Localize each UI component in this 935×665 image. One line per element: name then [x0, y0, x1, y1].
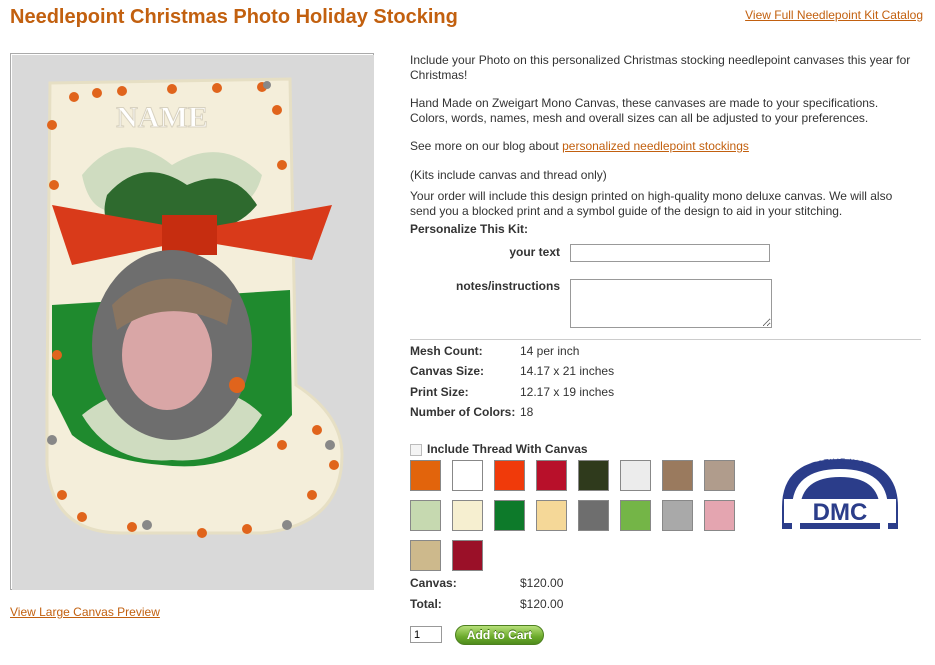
thread-swatch[interactable]	[704, 460, 735, 491]
thread-swatch[interactable]	[620, 460, 651, 491]
thread-swatch[interactable]	[494, 500, 525, 531]
intro-text: Include your Photo on this personalized …	[410, 53, 911, 82]
thread-swatch[interactable]	[662, 500, 693, 531]
stocking-image: NAME	[12, 55, 374, 590]
thread-swatch[interactable]	[578, 500, 609, 531]
thread-swatch[interactable]	[410, 460, 441, 491]
catalog-link[interactable]: View Full Needlepoint Kit Catalog	[745, 8, 923, 22]
your-text-input[interactable]	[570, 244, 770, 262]
thread-swatch[interactable]	[704, 500, 735, 531]
canvas-price-value: $120.00	[520, 576, 564, 590]
total-value: $120.00	[520, 597, 564, 611]
thread-swatch[interactable]	[578, 460, 609, 491]
thread-swatch[interactable]	[452, 500, 483, 531]
add-to-cart-button[interactable]: Add to Cart	[455, 625, 544, 645]
large-preview-link[interactable]: View Large Canvas Preview	[10, 605, 160, 619]
print-size-label: Print Size:	[410, 385, 469, 399]
dmc-logo: CREATIVE WORLD DMC	[782, 457, 898, 529]
thread-swatch[interactable]	[410, 500, 441, 531]
include-thread-label: Include Thread With Canvas	[427, 442, 588, 456]
kits-note: (Kits include canvas and thread only)	[410, 168, 607, 182]
thread-swatch[interactable]	[536, 460, 567, 491]
thread-swatch[interactable]	[452, 540, 483, 571]
thread-swatch[interactable]	[536, 500, 567, 531]
notes-label: notes/instructions	[455, 279, 560, 293]
include-thread-row[interactable]: Include Thread With Canvas	[410, 442, 588, 457]
your-text-label: your text	[509, 245, 560, 259]
thread-swatch[interactable]	[494, 460, 525, 491]
mesh-count-label: Mesh Count:	[410, 344, 483, 358]
canvas-size-value: 14.17 x 21 inches	[520, 364, 615, 378]
thread-swatch[interactable]	[452, 460, 483, 491]
include-thread-checkbox[interactable]	[410, 443, 422, 456]
thread-swatch[interactable]	[662, 460, 693, 491]
number-of-colors-label: Number of Colors:	[410, 405, 516, 419]
thread-swatch[interactable]	[620, 500, 651, 531]
quantity-input[interactable]	[410, 626, 442, 643]
blog-line: See more on our blog about personalized …	[410, 139, 915, 154]
handmade-text: Hand Made on Zweigart Mono Canvas, these…	[410, 96, 879, 125]
mesh-count-value: 14 per inch	[520, 344, 580, 358]
canvas-price-label: Canvas:	[410, 576, 457, 590]
blog-link[interactable]: personalized needlepoint stockings	[562, 139, 749, 153]
divider	[410, 339, 921, 340]
stocking-name-text: NAME	[116, 101, 208, 134]
order-note: Your order will include this design prin…	[410, 189, 893, 218]
notes-textarea[interactable]	[570, 279, 772, 328]
canvas-size-label: Canvas Size:	[410, 364, 485, 378]
print-size-value: 12.17 x 19 inches	[520, 385, 615, 399]
canvas-preview[interactable]: NAME	[10, 53, 374, 590]
blog-prefix: See more on our blog about	[410, 139, 563, 153]
number-of-colors-value: 18	[520, 405, 534, 419]
personalize-heading: Personalize This Kit:	[410, 222, 529, 236]
dmc-brand-text: DMC	[813, 499, 868, 526]
page-title: Needlepoint Christmas Photo Holiday Stoc…	[10, 6, 458, 28]
total-label: Total:	[410, 597, 442, 611]
thread-swatch[interactable]	[410, 540, 441, 571]
